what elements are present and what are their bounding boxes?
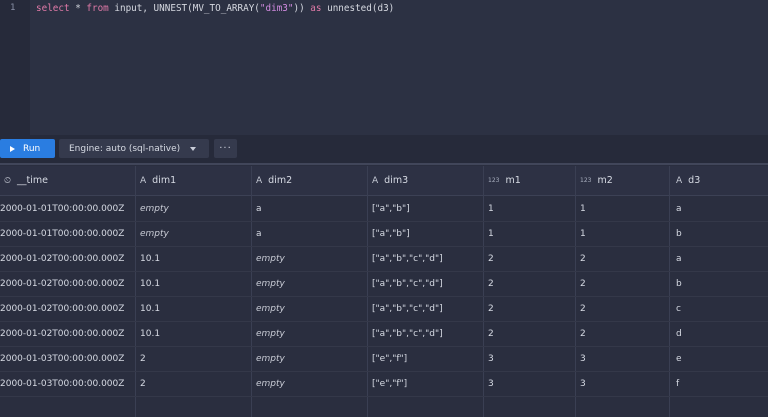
table-cell-dim2[interactable]: a (256, 221, 366, 246)
table-cell-time[interactable]: 2000-01-02T00:00:00.000Z (0, 271, 130, 296)
line-number: 1 (10, 3, 16, 13)
table-cell-time[interactable]: 2000-01-02T00:00:00.000Z (0, 321, 130, 346)
table-cell-dim2[interactable]: empty (256, 246, 366, 271)
table-cell-dim2[interactable]: empty (256, 321, 366, 346)
keyword-as: as (310, 3, 322, 14)
column-header-label: d3 (688, 175, 701, 186)
table-cell-dim2[interactable]: a (256, 196, 366, 221)
table-cell-time[interactable]: 2000-01-01T00:00:00.000Z (0, 221, 130, 246)
table-cell-dim3[interactable]: ["a","b","c","d"] (372, 296, 482, 321)
code-tail: unnested(d3) (321, 3, 395, 14)
table-cell-m2[interactable]: 2 (580, 321, 670, 346)
table-cell-dim1[interactable]: 2 (140, 346, 250, 371)
column-header-label: dim1 (152, 175, 177, 186)
string-type-icon: A (676, 175, 683, 186)
keyword-from: from (86, 3, 109, 14)
table-cell-time[interactable]: 2000-01-02T00:00:00.000Z (0, 246, 130, 271)
run-button-label: Run (23, 143, 41, 154)
table-cell-d3[interactable]: d (676, 321, 764, 346)
table-cell-dim3[interactable]: ["a","b","c","d"] (372, 321, 482, 346)
code-close: )) (293, 3, 311, 14)
table-cell-m2[interactable]: 1 (580, 196, 670, 221)
table-cell-d3[interactable]: f (676, 371, 764, 396)
column-header-label: m2 (597, 175, 613, 186)
table-cell-dim3[interactable]: ["e","f"] (372, 346, 482, 371)
column-header-label: __time (17, 175, 48, 186)
string-type-icon: A (256, 175, 263, 186)
column-header-label: dim3 (384, 175, 409, 186)
play-icon (10, 145, 15, 152)
column-header-m1[interactable]: 123 m1 (488, 166, 576, 195)
table-cell-m2[interactable]: 2 (580, 246, 670, 271)
clock-icon: ⏲ (4, 175, 12, 186)
run-button[interactable]: Run (0, 139, 55, 158)
table-cell-dim3[interactable]: ["a","b"] (372, 221, 482, 246)
table-cell-dim1[interactable]: 2 (140, 371, 250, 396)
table-cell-m2[interactable]: 3 (580, 346, 670, 371)
table-cell-m2[interactable]: 3 (580, 371, 670, 396)
table-cell-d3[interactable]: e (676, 346, 764, 371)
code-mid: input, UNNEST(MV_TO_ARRAY( (108, 3, 260, 14)
table-cell-dim1[interactable]: 10.1 (140, 271, 250, 296)
table-cell-d3[interactable]: a (676, 196, 764, 221)
pane-divider[interactable] (0, 163, 768, 165)
table-cell-time[interactable]: 2000-01-02T00:00:00.000Z (0, 296, 130, 321)
table-cell-d3[interactable]: c (676, 296, 764, 321)
column-header-d3[interactable]: Ad3 (676, 166, 764, 195)
table-cell-time[interactable]: 2000-01-03T00:00:00.000Z (0, 346, 130, 371)
column-header-dim1[interactable]: Adim1 (140, 166, 250, 195)
column-header-m2[interactable]: 123 m2 (580, 166, 670, 195)
table-cell-dim2[interactable]: empty (256, 371, 366, 396)
table-cell-dim3[interactable]: ["e","f"] (372, 371, 482, 396)
table-cell-dim2[interactable]: empty (256, 271, 366, 296)
string-type-icon: A (140, 175, 147, 186)
table-cell-dim3[interactable]: ["a","b","c","d"] (372, 246, 482, 271)
table-cell-m1[interactable]: 2 (488, 271, 576, 296)
number-type-icon: 123 (488, 177, 500, 184)
table-cell-d3[interactable]: a (676, 246, 764, 271)
table-cell-dim3[interactable]: ["a","b"] (372, 196, 482, 221)
table-cell-m1[interactable]: 1 (488, 196, 576, 221)
table-cell-m1[interactable]: 3 (488, 346, 576, 371)
table-cell-d3[interactable]: b (676, 271, 764, 296)
table-cell-d3[interactable]: b (676, 221, 764, 246)
table-cell-dim1[interactable]: 10.1 (140, 321, 250, 346)
table-cell-m1[interactable]: 3 (488, 371, 576, 396)
table-cell-dim1[interactable]: 10.1 (140, 246, 250, 271)
more-icon: ··· (219, 143, 232, 154)
table-cell-dim1[interactable]: empty (140, 221, 250, 246)
keyword-select: select (36, 3, 70, 14)
string-type-icon: A (372, 175, 379, 186)
table-cell-m2[interactable]: 1 (580, 221, 670, 246)
table-cell-m1[interactable]: 2 (488, 246, 576, 271)
table-cell-dim2[interactable]: empty (256, 346, 366, 371)
engine-select[interactable]: Engine: auto (sql-native) (59, 139, 209, 158)
table-cell-time[interactable]: 2000-01-03T00:00:00.000Z (0, 371, 130, 396)
table-cell-m2[interactable]: 2 (580, 271, 670, 296)
code-string-dim3: "dim3" (259, 3, 294, 14)
table-cell-dim3[interactable]: ["a","b","c","d"] (372, 271, 482, 296)
sql-query-text[interactable]: select * from input, UNNEST(MV_TO_ARRAY(… (36, 3, 394, 14)
table-cell-m1[interactable]: 2 (488, 296, 576, 321)
chevron-down-icon (190, 146, 197, 151)
number-type-icon: 123 (580, 177, 592, 184)
table-cell-time[interactable]: 2000-01-01T00:00:00.000Z (0, 196, 130, 221)
column-header-label: dim2 (268, 175, 293, 186)
sql-editor[interactable] (0, 0, 768, 135)
table-cell-dim1[interactable]: 10.1 (140, 296, 250, 321)
table-cell-dim1[interactable]: empty (140, 196, 250, 221)
table-cell-m1[interactable]: 2 (488, 321, 576, 346)
column-header-dim3[interactable]: Adim3 (372, 166, 482, 195)
column-header-label: m1 (505, 175, 521, 186)
column-header-dim2[interactable]: Adim2 (256, 166, 366, 195)
code-star: * (69, 3, 87, 14)
table-cell-dim2[interactable]: empty (256, 296, 366, 321)
more-options-button[interactable]: ··· (214, 139, 237, 158)
table-cell-m1[interactable]: 1 (488, 221, 576, 246)
editor-gutter (0, 0, 30, 135)
table-cell-m2[interactable]: 2 (580, 296, 670, 321)
column-header-time[interactable]: ⏲ __time (4, 166, 134, 195)
engine-select-label: Engine: auto (sql-native) (69, 143, 181, 154)
